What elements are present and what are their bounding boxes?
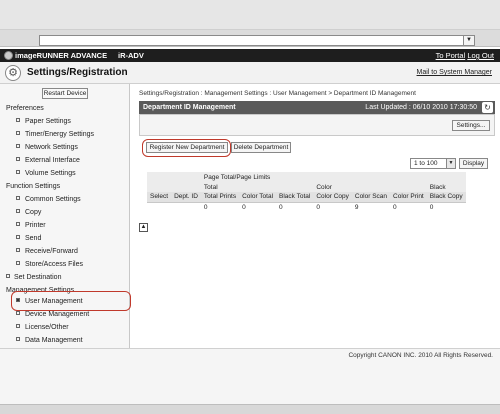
group-header: Page Total/Page Limits [200,172,466,182]
function-settings-heading: Function Settings [6,183,61,190]
last-updated-text: Last Updated : 06/10 2010 17:30:50 [365,104,477,111]
col-color-total: Color Total [239,192,277,203]
bullet-icon [16,209,20,213]
brand-name: imageRUNNER ADVANCE [15,51,108,60]
table-cell [147,202,172,212]
col-color-print: Color Print [390,192,427,203]
panel-title: Department ID Management [143,104,236,111]
subheader-total: Total [200,182,314,192]
bullet-icon [16,196,20,200]
canon-logo-icon [4,51,13,60]
subheader-black: Black [426,182,466,192]
browser-toolbar [0,0,500,30]
table-cell: 9 [351,202,391,212]
sidebar-item-send[interactable]: Send [16,235,41,242]
col-dept-id: Dept. ID [171,192,201,203]
bullet-icon [16,222,20,226]
address-dropdown-icon[interactable]: ▼ [463,35,475,46]
mail-to-system-manager-link[interactable]: Mail to System Manager [417,69,492,76]
page-header: ⚙ Settings/Registration Mail to System M… [0,62,500,84]
breadcrumb: Settings/Registration : Management Setti… [139,90,416,97]
table-cell: 0 [239,202,277,212]
col-color-scan: Color Scan [351,192,391,203]
col-color-copy: Color Copy [313,192,352,203]
sidebar-item-external-interface[interactable]: External Interface [16,157,80,164]
browser-chrome: ▼ [0,0,500,47]
col-black-total: Black Total [276,192,314,203]
app-header-bar: imageRUNNER ADVANCE iR-ADV To Portal Log… [0,49,500,62]
delete-department-button[interactable]: Delete Department [231,142,291,153]
copyright-text: Copyright CANON INC. 2010 All Rights Res… [348,352,493,359]
table-cell: 0 [276,202,314,212]
model-name: iR-ADV [118,51,144,60]
bullet-icon [6,274,10,278]
settings-gear-icon: ⚙ [5,65,21,81]
portal-link[interactable]: To Portal [436,51,466,60]
panel-body: Settings... [139,114,495,136]
sidebar-item-device-management[interactable]: Device Management [16,311,89,318]
department-table: Page Total/Page Limits Total Color Black… [147,172,466,212]
range-select[interactable]: 1 to 100 ▼ [410,158,456,169]
preferences-heading: Preferences [6,105,44,112]
sidebar-item-printer[interactable]: Printer [16,222,46,229]
sidebar-item-copy[interactable]: Copy [16,209,41,216]
bullet-icon [16,248,20,252]
bullet-icon [16,324,20,328]
bullet-icon [16,235,20,239]
table-cell: 0 [200,202,240,212]
bullet-icon [16,131,20,135]
col-total-prints: Total Prints [200,192,240,203]
bullet-icon [16,311,20,315]
chevron-down-icon: ▼ [446,159,455,168]
table-cell: 0 [426,202,466,212]
sidebar-item-store-access-files[interactable]: Store/Access Files [16,261,83,268]
sidebar-item-data-management[interactable]: Data Management [16,337,83,344]
bullet-icon [16,157,20,161]
panel-header: Department ID Management Last Updated : … [139,101,495,114]
bullet-icon [16,118,20,122]
display-button[interactable]: Display [459,158,488,169]
bullet-icon [16,170,20,174]
sidebar-item-paper-settings[interactable]: Paper Settings [16,118,71,125]
col-black-copy: Black Copy [426,192,466,203]
sidebar-item-license-other[interactable]: License/Other [16,324,69,331]
sidebar-item-common-settings[interactable]: Common Settings [16,196,81,203]
sidebar-item-network[interactable]: Network Settings [16,144,78,151]
user-management-highlight [11,291,131,311]
bullet-icon [16,144,20,148]
bullet-icon [16,261,20,265]
sidebar-item-timer-energy[interactable]: Timer/Energy Settings [16,131,94,138]
table-cell: 0 [390,202,427,212]
sidebar-item-volume[interactable]: Volume Settings [16,170,76,177]
sidebar-item-receive-forward[interactable]: Receive/Forward [16,248,78,255]
logout-link[interactable]: Log Out [467,51,494,60]
scroll-to-top-icon[interactable]: ▲ [139,223,148,232]
table-row: 0 0 0 0 9 0 0 [147,202,466,212]
browser-status-bar [0,404,500,414]
col-select: Select [147,192,172,203]
restart-device-button[interactable]: Restart Device [42,88,88,99]
table-cell [171,202,201,212]
refresh-icon[interactable]: ↻ [482,102,493,113]
sidebar-item-set-destination[interactable]: Set Destination [6,274,61,281]
settings-button[interactable]: Settings... [452,120,490,131]
table-cell: 0 [313,202,352,212]
bullet-icon [16,337,20,341]
address-bar[interactable] [39,35,475,46]
page-title: Settings/Registration [27,67,128,78]
footer: Copyright CANON INC. 2010 All Rights Res… [0,348,500,404]
register-button-highlight [142,139,231,157]
subheader-color: Color [313,182,427,192]
